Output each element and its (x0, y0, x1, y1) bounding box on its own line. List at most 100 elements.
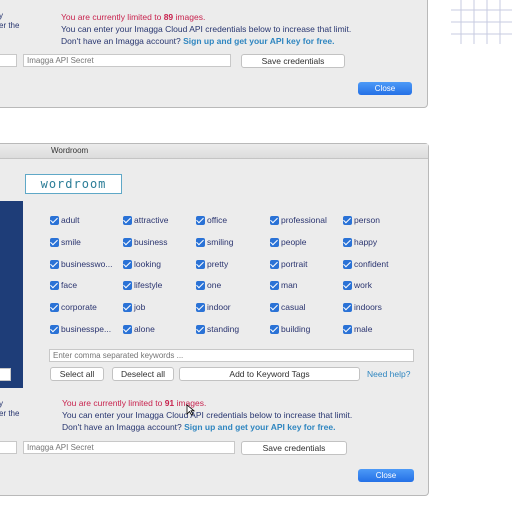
select-all-button[interactable]: Select all (50, 367, 104, 381)
keyword-checkbox-item[interactable]: man (270, 279, 298, 291)
checkbox-checked-icon[interactable] (196, 215, 205, 225)
keyword-label: smiling (207, 237, 234, 247)
keyword-checkbox-item[interactable]: indoors (343, 301, 382, 313)
add-to-keyword-tags-button[interactable]: Add to Keyword Tags (179, 367, 360, 381)
checkbox-checked-icon[interactable] (196, 302, 205, 312)
checkbox-checked-icon[interactable] (270, 302, 279, 312)
keyword-checkbox-item[interactable]: alone (123, 323, 155, 335)
checkbox-checked-icon[interactable] (123, 259, 132, 269)
checkbox-checked-icon[interactable] (196, 280, 205, 290)
close-button[interactable]: Close (358, 82, 412, 95)
title-bar: Wordroom (0, 144, 428, 159)
checkbox-checked-icon[interactable] (123, 237, 132, 247)
keyword-checkbox-item[interactable]: casual (270, 301, 306, 313)
checkbox-checked-icon[interactable] (343, 259, 352, 269)
checkbox-checked-icon[interactable] (123, 324, 132, 334)
keyword-label: adult (61, 215, 80, 225)
checkbox-checked-icon[interactable] (123, 215, 132, 225)
checkbox-checked-icon[interactable] (270, 324, 279, 334)
keyword-label: corporate (61, 302, 97, 312)
keyword-checkbox-item[interactable]: portrait (270, 258, 307, 270)
keyword-checkbox-item[interactable]: one (196, 279, 221, 291)
deselect-all-button[interactable]: Deselect all (112, 367, 174, 381)
keyword-checkbox-item[interactable]: professional (270, 214, 327, 226)
signup-link[interactable]: Sign up and get your API key for free. (183, 36, 334, 46)
keyword-checkbox-item[interactable]: job (123, 301, 145, 313)
checkbox-checked-icon[interactable] (123, 302, 132, 312)
side-label: y (0, 11, 3, 20)
checkbox-checked-icon[interactable] (50, 280, 59, 290)
limit-prefix: You are currently limited to (61, 12, 162, 22)
keyword-input[interactable] (49, 349, 414, 362)
side-label: er the (0, 409, 20, 418)
signup-prefix: Don't have an Imagga account? (62, 422, 182, 432)
keyword-checkbox-item[interactable]: work (343, 279, 372, 291)
need-help-link[interactable]: Need help? (367, 368, 410, 380)
checkbox-checked-icon[interactable] (50, 237, 59, 247)
checkbox-checked-icon[interactable] (50, 302, 59, 312)
checkbox-checked-icon[interactable] (270, 280, 279, 290)
keyword-checkbox-item[interactable]: lifestyle (123, 279, 162, 291)
keyword-label: indoor (207, 302, 231, 312)
keyword-checkbox-item[interactable]: person (343, 214, 380, 226)
checkbox-checked-icon[interactable] (343, 237, 352, 247)
signup-link[interactable]: Sign up and get your API key for free. (184, 422, 335, 432)
logo-text: wordroom (40, 177, 107, 191)
close-button[interactable]: Close (358, 469, 414, 482)
checkbox-checked-icon[interactable] (196, 324, 205, 334)
left-field[interactable] (0, 368, 11, 381)
keyword-checkbox-item[interactable]: smile (50, 236, 81, 248)
checkbox-checked-icon[interactable] (196, 237, 205, 247)
keyword-label: person (354, 215, 380, 225)
keyword-checkbox-item[interactable]: businesswo... (50, 258, 113, 270)
keyword-checkbox-item[interactable]: looking (123, 258, 161, 270)
keyword-label: businesspe... (61, 324, 112, 334)
keyword-checkbox-item[interactable]: indoor (196, 301, 231, 313)
credentials-hint: You can enter your Imagga Cloud API cred… (61, 24, 352, 34)
checkbox-checked-icon[interactable] (343, 324, 352, 334)
keyword-label: smile (61, 237, 81, 247)
keyword-checkbox-item[interactable]: male (343, 323, 372, 335)
keyword-label: job (134, 302, 146, 312)
checkbox-checked-icon[interactable] (50, 215, 59, 225)
api-secret-field[interactable] (23, 54, 231, 67)
keyword-label: standing (207, 324, 240, 334)
keyword-checkbox-item[interactable]: pretty (196, 258, 228, 270)
save-credentials-button[interactable]: Save credentials (241, 54, 345, 68)
api-secret-field[interactable] (23, 441, 235, 454)
top-credentials-panel: y er the You are currently limited to 89… (0, 0, 428, 108)
wordroom-window: Wordroom wordroom adult attractive office p… (0, 143, 429, 496)
keyword-checkbox-item[interactable]: face (50, 279, 77, 291)
keyword-label: professional (281, 215, 327, 225)
keyword-checkbox-item[interactable]: people (270, 236, 307, 248)
image-preview (0, 201, 23, 388)
keyword-label: one (207, 280, 222, 290)
checkbox-checked-icon[interactable] (196, 259, 205, 269)
checkbox-checked-icon[interactable] (343, 280, 352, 290)
grid-icon (451, 0, 512, 44)
keyword-checkbox-item[interactable]: smiling (196, 236, 233, 248)
keyword-label: people (281, 237, 307, 247)
checkbox-checked-icon[interactable] (50, 324, 59, 334)
keyword-checkbox-item[interactable]: businesspe... (50, 323, 111, 335)
keyword-checkbox-item[interactable]: confident (343, 258, 389, 270)
keyword-checkbox-item[interactable]: building (270, 323, 310, 335)
checkbox-checked-icon[interactable] (343, 215, 352, 225)
keyword-checkbox-item[interactable]: office (196, 214, 227, 226)
keyword-checkbox-item[interactable]: happy (343, 236, 377, 248)
checkbox-checked-icon[interactable] (270, 215, 279, 225)
api-key-field[interactable] (0, 441, 17, 454)
keyword-checkbox-item[interactable]: standing (196, 323, 239, 335)
keyword-checkbox-item[interactable]: corporate (50, 301, 97, 313)
checkbox-checked-icon[interactable] (123, 280, 132, 290)
checkbox-checked-icon[interactable] (270, 237, 279, 247)
save-credentials-button[interactable]: Save credentials (241, 441, 347, 455)
keyword-checkbox-item[interactable]: adult (50, 214, 79, 226)
keyword-checkbox-item[interactable]: attractive (123, 214, 169, 226)
api-key-field[interactable] (0, 54, 17, 67)
checkbox-checked-icon[interactable] (270, 259, 279, 269)
checkbox-checked-icon[interactable] (343, 302, 352, 312)
limit-message: You are currently limited to 91 images. (62, 397, 206, 409)
keyword-checkbox-item[interactable]: business (123, 236, 168, 248)
checkbox-checked-icon[interactable] (50, 259, 59, 269)
